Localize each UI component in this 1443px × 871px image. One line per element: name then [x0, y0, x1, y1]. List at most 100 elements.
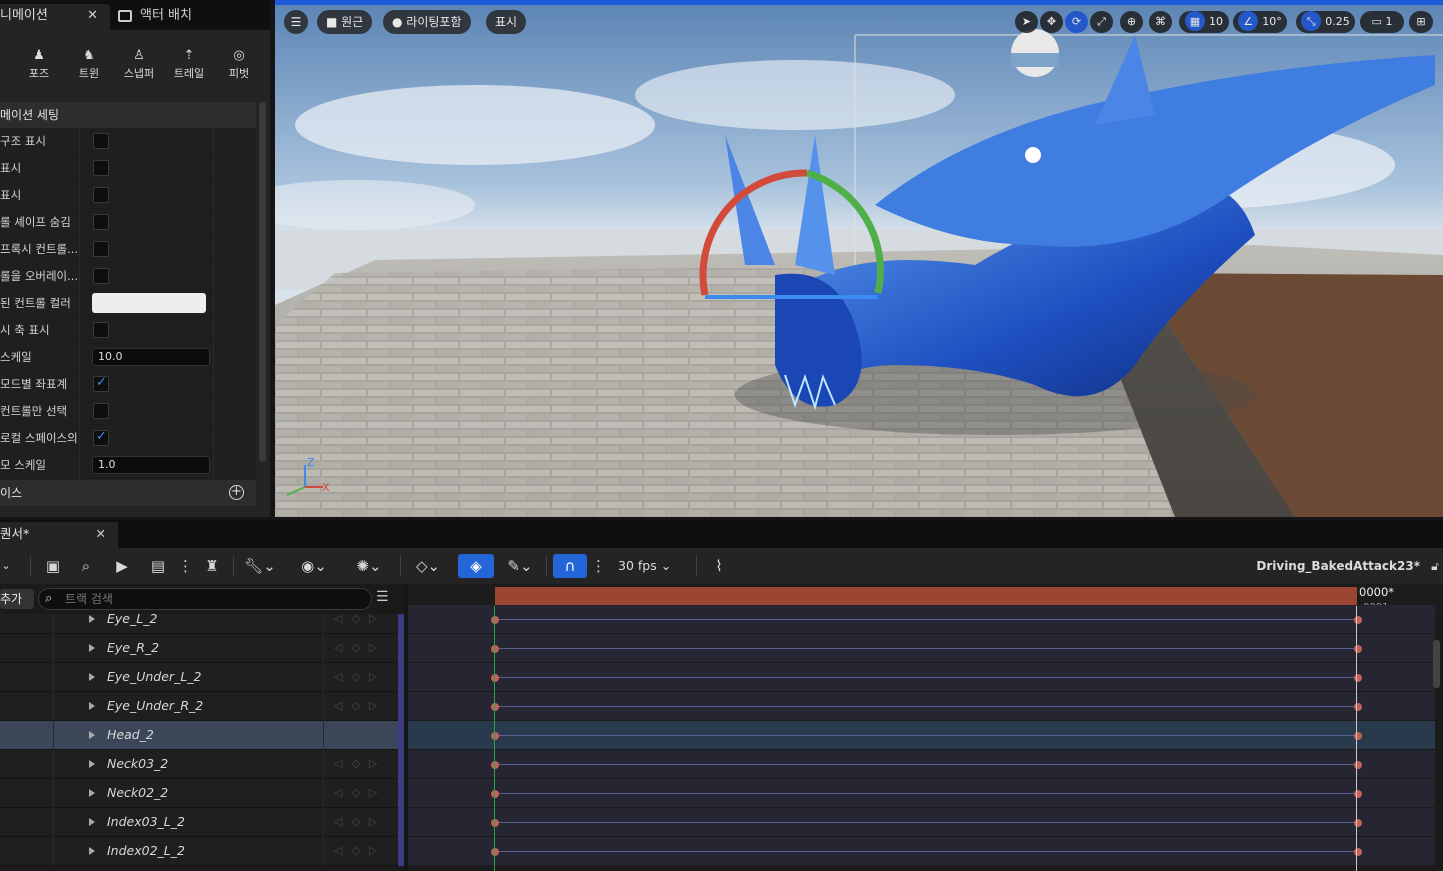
- track-lane[interactable]: [408, 634, 1435, 663]
- expand-arrow-icon[interactable]: [89, 702, 95, 710]
- snap-toggle[interactable]: ∩: [553, 554, 587, 578]
- tab-sequencer[interactable]: 퀀서* ✕: [0, 522, 118, 548]
- clapperboard-icon[interactable]: ▤: [147, 548, 169, 584]
- snapper-tool-button[interactable]: ♙ 스냅퍼: [117, 48, 161, 81]
- key-navigation-icons[interactable]: ◁◇▷: [323, 663, 398, 692]
- panel-scrollbar[interactable]: [259, 102, 266, 462]
- key-navigation-icons[interactable]: ◁◇▷: [323, 779, 398, 808]
- playback-options-dropdown[interactable]: ✺⌄: [350, 548, 388, 584]
- keyframe[interactable]: [491, 674, 499, 682]
- track-lane[interactable]: [408, 605, 1435, 634]
- perspective-button[interactable]: ■ 원근: [317, 10, 373, 34]
- grid-snap-button[interactable]: ▦ 10: [1179, 11, 1229, 33]
- world-local-toggle[interactable]: ⊕: [1120, 11, 1143, 33]
- keyframe[interactable]: [491, 616, 499, 624]
- track-row[interactable]: Neck03_2 ◁◇▷: [0, 750, 404, 779]
- pivot-tool-button[interactable]: ◎ 피벗: [217, 48, 261, 81]
- property-checkbox[interactable]: [93, 160, 109, 176]
- key-mode-dropdown[interactable]: ✎⌄: [500, 548, 540, 584]
- property-checkbox[interactable]: [93, 429, 109, 446]
- key-navigation-icons[interactable]: ◁◇▷: [323, 837, 398, 866]
- save-icon[interactable]: ▣: [42, 548, 64, 584]
- property-number-field[interactable]: 10.0: [92, 348, 210, 366]
- chevron-down-icon[interactable]: ⌄: [0, 548, 12, 584]
- lighting-mode-button[interactable]: ● 라이팅포함: [383, 10, 471, 34]
- key-navigation-icons[interactable]: ◁◇▷: [323, 634, 398, 663]
- property-checkbox[interactable]: [93, 187, 109, 203]
- auto-key-toggle[interactable]: ◈: [458, 554, 494, 578]
- keyframe[interactable]: [491, 819, 499, 827]
- translate-mode-button[interactable]: ✥: [1040, 11, 1063, 33]
- expand-arrow-icon[interactable]: [89, 847, 95, 855]
- key-navigation-icons[interactable]: ◁◇▷: [323, 808, 398, 837]
- keyframe[interactable]: [491, 790, 499, 798]
- view-options-dropdown[interactable]: ◉⌄: [296, 548, 332, 584]
- keyframe[interactable]: [491, 732, 499, 740]
- playhead-line[interactable]: [1356, 606, 1357, 871]
- track-lane[interactable]: [408, 721, 1435, 750]
- expand-arrow-icon[interactable]: [89, 673, 95, 681]
- curve-editor-icon[interactable]: ⌇: [706, 548, 732, 584]
- track-row[interactable]: Eye_R_2 ◁◇▷: [0, 634, 404, 663]
- keyframe[interactable]: [491, 848, 499, 856]
- property-checkbox[interactable]: [93, 403, 109, 419]
- tab-actor-placement[interactable]: 액터 배치: [116, 4, 266, 30]
- property-checkbox[interactable]: [93, 322, 109, 338]
- property-checkbox[interactable]: [93, 133, 109, 149]
- find-asset-icon[interactable]: ⌕: [75, 548, 97, 584]
- track-lane[interactable]: [408, 692, 1435, 721]
- track-lane[interactable]: [408, 663, 1435, 692]
- key-navigation-icons[interactable]: ◁◇▷: [323, 692, 398, 721]
- track-row[interactable]: Head_2 ◁◇▷: [0, 721, 404, 750]
- expand-arrow-icon[interactable]: [89, 818, 95, 826]
- keyframe[interactable]: [491, 703, 499, 711]
- scale-snap-button[interactable]: ⤡ 0.25: [1296, 11, 1355, 33]
- track-row[interactable]: Index02_L_2 ◁◇▷: [0, 837, 404, 866]
- track-row[interactable]: Eye_Under_L_2 ◁◇▷: [0, 663, 404, 692]
- track-row[interactable]: Eye_L_2 ◁◇▷: [0, 614, 404, 634]
- property-number-field[interactable]: 1.0: [92, 456, 210, 474]
- track-row[interactable]: Neck02_2 ◁◇▷: [0, 779, 404, 808]
- track-search-box[interactable]: ⌕: [38, 588, 372, 610]
- snap-options-icon[interactable]: ⋮: [591, 548, 606, 584]
- track-row[interactable]: Eye_Under_R_2 ◁◇▷: [0, 692, 404, 721]
- animation-settings-header[interactable]: 메이션 세팅: [0, 102, 256, 128]
- close-icon[interactable]: ✕: [87, 4, 98, 28]
- add-track-button[interactable]: 추가: [0, 589, 34, 609]
- frame-rate-dropdown[interactable]: 30 fps ⌄: [618, 548, 671, 584]
- track-lane[interactable]: [408, 750, 1435, 779]
- property-checkbox[interactable]: [93, 241, 109, 257]
- tools-dropdown[interactable]: 🔧︎⌄: [242, 548, 278, 584]
- track-lane[interactable]: [408, 779, 1435, 808]
- key-interp-dropdown[interactable]: ◇⌄: [410, 548, 446, 584]
- key-navigation-icons[interactable]: ◁◇▷: [323, 614, 398, 634]
- viewport-layout-button[interactable]: ⊞: [1409, 11, 1433, 33]
- camera-add-icon[interactable]: ▶: [111, 548, 133, 584]
- render-icon[interactable]: ♜: [201, 548, 223, 584]
- expand-arrow-icon[interactable]: [89, 644, 95, 652]
- lock-icon[interactable]: 🔓︎: [1428, 548, 1442, 584]
- select-mode-button[interactable]: ➤: [1015, 11, 1038, 33]
- property-checkbox[interactable]: [93, 268, 109, 284]
- key-navigation-icons[interactable]: ◁◇▷: [323, 721, 398, 750]
- trail-tool-button[interactable]: ⇡ 트레일: [167, 48, 211, 81]
- expand-arrow-icon[interactable]: [89, 760, 95, 768]
- property-checkbox[interactable]: [93, 214, 109, 230]
- property-color-swatch[interactable]: [92, 293, 206, 313]
- add-circle-icon[interactable]: +: [229, 485, 244, 500]
- show-button[interactable]: 표시: [486, 10, 527, 34]
- keyframe[interactable]: [491, 645, 499, 653]
- surface-snap-toggle[interactable]: ⌘: [1149, 11, 1172, 33]
- pose-tool-button[interactable]: ♟ 포즈: [17, 48, 61, 81]
- trace-section-header[interactable]: 이스: [0, 480, 256, 506]
- more-options-icon[interactable]: ⋮: [178, 548, 193, 584]
- rotate-mode-button[interactable]: ⟳: [1065, 11, 1088, 33]
- expand-arrow-icon[interactable]: [89, 731, 95, 739]
- track-search-input[interactable]: [65, 591, 365, 607]
- viewport-menu-button[interactable]: ☰: [284, 10, 308, 34]
- tween-tool-button[interactable]: ♞ 트윈: [67, 48, 111, 81]
- property-checkbox[interactable]: [93, 375, 109, 392]
- track-row[interactable]: Index03_L_2 ◁◇▷: [0, 808, 404, 837]
- camera-speed-button[interactable]: ▭ 1: [1360, 11, 1404, 33]
- timeline-scrollbar[interactable]: [1433, 640, 1440, 688]
